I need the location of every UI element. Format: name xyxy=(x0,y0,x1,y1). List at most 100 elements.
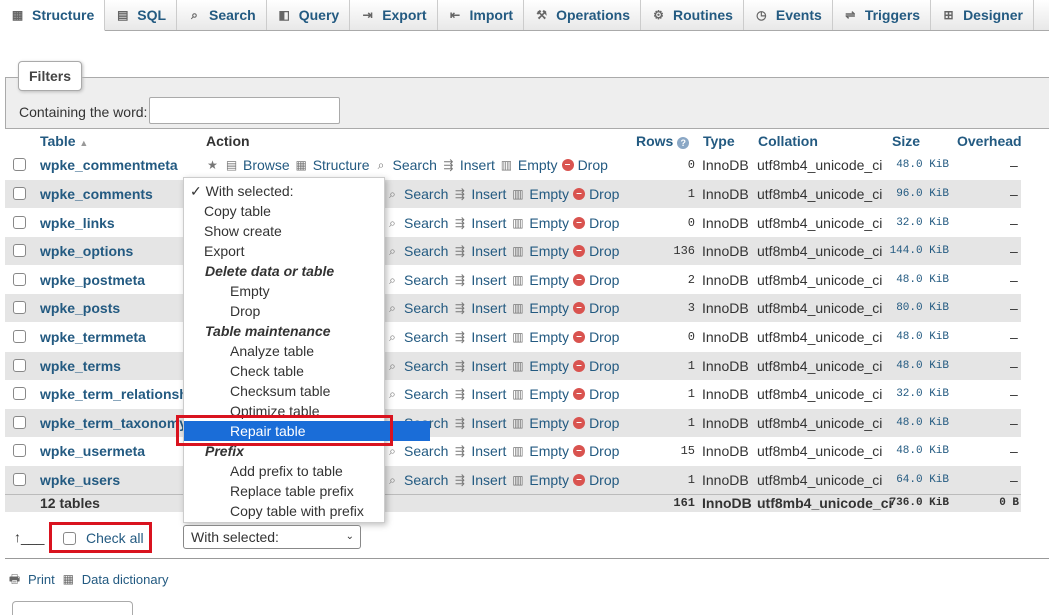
row-checkbox[interactable] xyxy=(13,244,26,257)
table-name-link[interactable]: wpke_termmeta xyxy=(40,323,146,351)
table-name-link[interactable]: wpke_links xyxy=(40,209,115,237)
tab-search[interactable]: ⌕ Search xyxy=(177,0,267,30)
row-checkbox[interactable] xyxy=(13,416,26,429)
table-name-link[interactable]: wpke_terms xyxy=(40,352,121,380)
empty-link[interactable]: Empty xyxy=(529,409,569,437)
menu-item-copy-table[interactable]: Copy table xyxy=(184,201,404,221)
drop-link[interactable]: Drop xyxy=(589,180,619,208)
row-checkbox[interactable] xyxy=(13,359,26,372)
row-checkbox[interactable] xyxy=(13,216,26,229)
menu-item-show-create[interactable]: Show create xyxy=(184,221,404,241)
table-name-link[interactable]: wpke_usermeta xyxy=(40,437,145,465)
menu-item-drop[interactable]: Drop xyxy=(184,301,430,321)
table-name-link[interactable]: wpke_users xyxy=(40,466,120,494)
table-name-link[interactable]: wpke_options xyxy=(40,237,133,265)
search-link[interactable]: Search xyxy=(404,237,448,265)
table-name-link[interactable]: wpke_term_relationshi xyxy=(40,380,192,408)
menu-item-check-table[interactable]: Check table xyxy=(184,361,430,381)
drop-link[interactable]: Drop xyxy=(589,380,619,408)
insert-link[interactable]: Insert xyxy=(471,266,506,294)
row-checkbox[interactable] xyxy=(13,444,26,457)
search-link[interactable]: Search xyxy=(393,151,437,179)
menu-item-copy-table-with-prefix[interactable]: Copy table with prefix xyxy=(184,501,430,521)
insert-link[interactable]: Insert xyxy=(471,466,506,494)
menu-item-analyze-table[interactable]: Analyze table xyxy=(184,341,430,361)
drop-link[interactable]: Drop xyxy=(589,437,619,465)
table-name-link[interactable]: wpke_comments xyxy=(40,180,153,208)
browse-link[interactable]: Browse xyxy=(243,151,290,179)
tab-designer[interactable]: ⊞ Designer xyxy=(931,0,1034,30)
table-name-link[interactable]: wpke_commentmeta xyxy=(40,151,178,179)
empty-link[interactable]: Empty xyxy=(529,323,569,351)
empty-link[interactable]: Empty xyxy=(529,437,569,465)
insert-link[interactable]: Insert xyxy=(471,323,506,351)
drop-link[interactable]: Drop xyxy=(589,466,619,494)
menu-item-add-prefix-to-table[interactable]: Add prefix to table xyxy=(184,461,430,481)
drop-link[interactable]: Drop xyxy=(589,409,619,437)
row-checkbox[interactable] xyxy=(13,158,26,171)
drop-link[interactable]: Drop xyxy=(589,266,619,294)
empty-link[interactable]: Empty xyxy=(529,266,569,294)
tab-import[interactable]: ⇤ Import xyxy=(438,0,525,30)
insert-link[interactable]: Insert xyxy=(471,237,506,265)
table-name-link[interactable]: wpke_postmeta xyxy=(40,266,145,294)
data-dictionary-link[interactable]: Data dictionary xyxy=(82,572,169,587)
search-link[interactable]: Search xyxy=(404,209,448,237)
menu-item-empty[interactable]: Empty xyxy=(184,281,430,301)
insert-link[interactable]: Insert xyxy=(471,209,506,237)
col-size[interactable]: Size xyxy=(892,133,920,149)
tab-routines[interactable]: ⚙ Routines xyxy=(641,0,744,30)
tab-query[interactable]: ◧ Query xyxy=(267,0,351,30)
row-checkbox[interactable] xyxy=(13,473,26,486)
insert-link[interactable]: Insert xyxy=(471,180,506,208)
empty-link[interactable]: Empty xyxy=(529,380,569,408)
row-checkbox[interactable] xyxy=(13,301,26,314)
row-checkbox[interactable] xyxy=(13,273,26,286)
filter-input[interactable] xyxy=(149,97,340,124)
drop-link[interactable]: Drop xyxy=(589,323,619,351)
tab-triggers[interactable]: ⇌ Triggers xyxy=(833,0,932,30)
tab-operations[interactable]: ⚒ Operations xyxy=(524,0,641,30)
col-collation[interactable]: Collation xyxy=(758,133,818,149)
empty-link[interactable]: Empty xyxy=(529,209,569,237)
empty-link[interactable]: Empty xyxy=(518,151,558,179)
row-checkbox[interactable] xyxy=(13,330,26,343)
empty-link[interactable]: Empty xyxy=(529,237,569,265)
search-link[interactable]: Search xyxy=(404,180,448,208)
insert-link[interactable]: Insert xyxy=(460,151,495,179)
help-icon[interactable]: ? xyxy=(677,137,690,149)
empty-link[interactable]: Empty xyxy=(529,466,569,494)
insert-link[interactable]: Insert xyxy=(471,380,506,408)
col-overhead[interactable]: Overhead xyxy=(957,133,1022,149)
drop-link[interactable]: Drop xyxy=(589,352,619,380)
structure-link[interactable]: Structure xyxy=(313,151,370,179)
insert-link[interactable]: Insert xyxy=(471,352,506,380)
insert-link[interactable]: Insert xyxy=(471,294,506,322)
col-table[interactable]: Table ▲ xyxy=(40,133,88,149)
menu-item-checksum-table[interactable]: Checksum table xyxy=(184,381,430,401)
col-type[interactable]: Type xyxy=(703,133,735,149)
tab-structure[interactable]: ▦ Structure xyxy=(0,0,106,31)
with-selected-select[interactable]: With selected: ⌄ xyxy=(183,525,361,549)
row-checkbox[interactable] xyxy=(13,187,26,200)
table-name-link[interactable]: wpke_term_taxonomy xyxy=(40,409,187,437)
empty-link[interactable]: Empty xyxy=(529,352,569,380)
star-icon[interactable]: ★ xyxy=(205,158,220,173)
empty-link[interactable]: Empty xyxy=(529,180,569,208)
menu-item-replace-table-prefix[interactable]: Replace table prefix xyxy=(184,481,430,501)
drop-link[interactable]: Drop xyxy=(589,237,619,265)
empty-link[interactable]: Empty xyxy=(529,294,569,322)
row-checkbox[interactable] xyxy=(13,387,26,400)
tab-events[interactable]: ◷ Events xyxy=(744,0,833,30)
drop-link[interactable]: Drop xyxy=(578,151,608,179)
menu-item-export[interactable]: Export xyxy=(184,241,404,261)
tab-export[interactable]: ⇥ Export xyxy=(350,0,438,30)
drop-link[interactable]: Drop xyxy=(589,209,619,237)
tab-sql[interactable]: ▤ SQL xyxy=(105,0,178,30)
drop-link[interactable]: Drop xyxy=(589,294,619,322)
print-link[interactable]: Print xyxy=(28,572,55,587)
col-rows[interactable]: Rows ? xyxy=(636,133,690,149)
insert-link[interactable]: Insert xyxy=(471,409,506,437)
table-name-link[interactable]: wpke_posts xyxy=(40,294,120,322)
insert-link[interactable]: Insert xyxy=(471,437,506,465)
